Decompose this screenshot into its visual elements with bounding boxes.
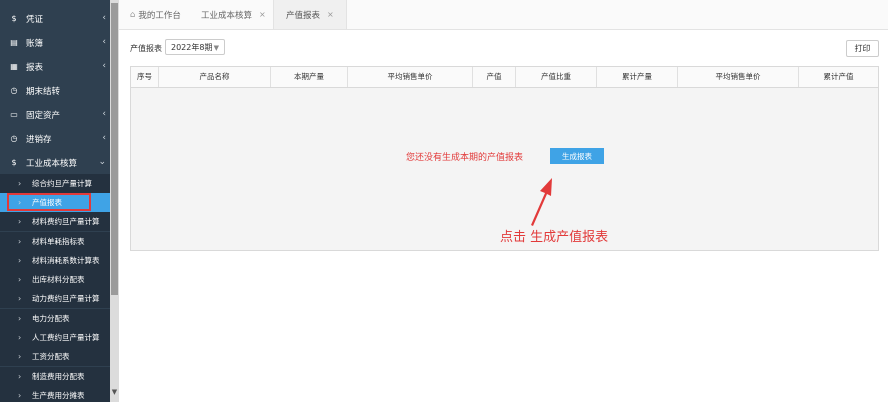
nav-fixed-assets[interactable]: ▭ 固定资产 ‹ — [0, 103, 110, 126]
ledger-icon: ▤ — [10, 38, 18, 47]
chevron-right-icon: › — [18, 333, 22, 342]
nav-label: 固定资产 — [26, 110, 61, 121]
tab-bar: ⌂ 我的工作台 工业成本核算 × 产值报表 × — [119, 0, 888, 30]
tab-label: 我的工作台 — [138, 10, 181, 21]
subnav-label: 电力分配表 — [32, 314, 70, 323]
subnav-label: 生产费用分摊表 — [32, 391, 85, 400]
main-content: 产值报表 2022年8期 ▼ 打印 序号 产品名称 本期产量 平均销售单价 产值… — [119, 30, 888, 402]
chevron-right-icon: › — [18, 372, 22, 381]
chevron-right-icon: › — [18, 391, 22, 400]
chevron-left-icon: ‹ — [102, 13, 106, 23]
nav-report[interactable]: ▦ 报表 ‹ — [0, 55, 110, 78]
subnav-item[interactable]: › 材料消耗系数计算表 — [0, 251, 110, 270]
highlight-frame — [7, 193, 91, 211]
nav-inventory[interactable]: ◷ 进销存 ‹ — [0, 127, 110, 150]
subnav-item[interactable]: › 生产费用分摊表 — [0, 386, 110, 402]
inventory-icon: ◷ — [10, 134, 18, 143]
subnav-label: 材料单耗指标表 — [32, 237, 85, 246]
subnav-item[interactable]: › 电力分配表 — [0, 309, 110, 328]
subnav-item[interactable]: › 动力费约旦产量计算 — [0, 289, 110, 308]
subnav-label: 材料消耗系数计算表 — [32, 256, 100, 265]
subnav-item[interactable]: › 材料单耗指标表 — [0, 232, 110, 251]
subnav-item[interactable]: › 制造费用分配表 — [0, 367, 110, 386]
dollar-icon: $ — [11, 158, 17, 167]
close-icon[interactable]: × — [259, 10, 266, 19]
chevron-right-icon: › — [18, 314, 22, 323]
subnav-label: 动力费约旦产量计算 — [32, 294, 100, 303]
chevron-right-icon: › — [18, 256, 22, 265]
nav-label: 报表 — [26, 62, 44, 73]
subnav-label: 制造费用分配表 — [32, 372, 85, 381]
tab-label: 工业成本核算 — [201, 10, 253, 21]
scrollbar-thumb[interactable] — [111, 3, 118, 295]
subnav-item[interactable]: › 材料费约旦产量计算 — [0, 212, 110, 231]
nav-ledger[interactable]: ▤ 账簿 ‹ — [0, 31, 110, 54]
chevron-right-icon: › — [18, 275, 22, 284]
close-icon[interactable]: × — [327, 10, 334, 19]
dollar-icon: $ — [11, 14, 17, 23]
subnav-item[interactable]: › 综合约旦产量计算 — [0, 174, 110, 193]
chevron-left-icon: ‹ — [102, 109, 106, 119]
sidebar-scrollbar[interactable]: ▼ — [110, 0, 119, 402]
nav-label: 进销存 — [26, 134, 52, 145]
chevron-right-icon: › — [18, 237, 22, 246]
chevron-right-icon: › — [18, 352, 22, 361]
annotation-arrow — [531, 178, 552, 226]
tab-workbench[interactable]: ⌂ 我的工作台 — [130, 0, 181, 29]
subnav-label: 工资分配表 — [32, 352, 70, 361]
chevron-left-icon: ‹ — [102, 37, 106, 47]
chevron-right-icon: › — [18, 217, 22, 226]
subnav-item[interactable]: › 出库材料分配表 — [0, 270, 110, 289]
tab-industrial-cost[interactable]: 工业成本核算 × — [201, 0, 266, 29]
nav-label: 账簿 — [26, 38, 44, 49]
subnav-item[interactable]: › 工资分配表 — [0, 347, 110, 366]
sidebar: $ 凭证 ‹ ▤ 账簿 ‹ ▦ 报表 ‹ ◷ 期末结转 ▭ 固定资产 ‹ ◷ 进… — [0, 0, 119, 402]
chevron-right-icon: › — [18, 179, 22, 188]
subnav-label: 出库材料分配表 — [32, 275, 85, 284]
annotation-text: 点击 生成产值报表 — [500, 230, 609, 245]
annotation-arrow-shape — [531, 178, 552, 226]
nav-label: 期末结转 — [26, 86, 61, 97]
home-icon: ⌂ — [130, 9, 136, 20]
scroll-down-icon[interactable]: ▼ — [110, 388, 119, 398]
subnav-label: 人工费约旦产量计算 — [32, 333, 100, 342]
nav-period-close[interactable]: ◷ 期末结转 — [0, 79, 110, 102]
chevron-left-icon: ‹ — [102, 133, 106, 143]
nav-label: 凭证 — [26, 14, 44, 25]
nav-voucher[interactable]: $ 凭证 ‹ — [0, 7, 110, 30]
chevron-left-icon: ‹ — [102, 61, 106, 71]
nav-label: 工业成本核算 — [26, 158, 78, 169]
report-icon: ▦ — [10, 62, 18, 71]
nav-industrial-cost[interactable]: $ 工业成本核算 ⌄ — [0, 151, 110, 174]
period-close-icon: ◷ — [10, 86, 18, 95]
subnav-item[interactable]: › 人工费约旦产量计算 — [0, 328, 110, 347]
tab-label: 产值报表 — [286, 10, 321, 21]
subnav-label: 材料费约旦产量计算 — [32, 217, 100, 226]
tab-output-report[interactable]: 产值报表 × — [273, 0, 347, 29]
chevron-down-icon: ⌄ — [98, 157, 106, 167]
monitor-icon: ▭ — [10, 110, 18, 119]
subnav-label: 综合约旦产量计算 — [32, 179, 92, 188]
chevron-right-icon: › — [18, 294, 22, 303]
